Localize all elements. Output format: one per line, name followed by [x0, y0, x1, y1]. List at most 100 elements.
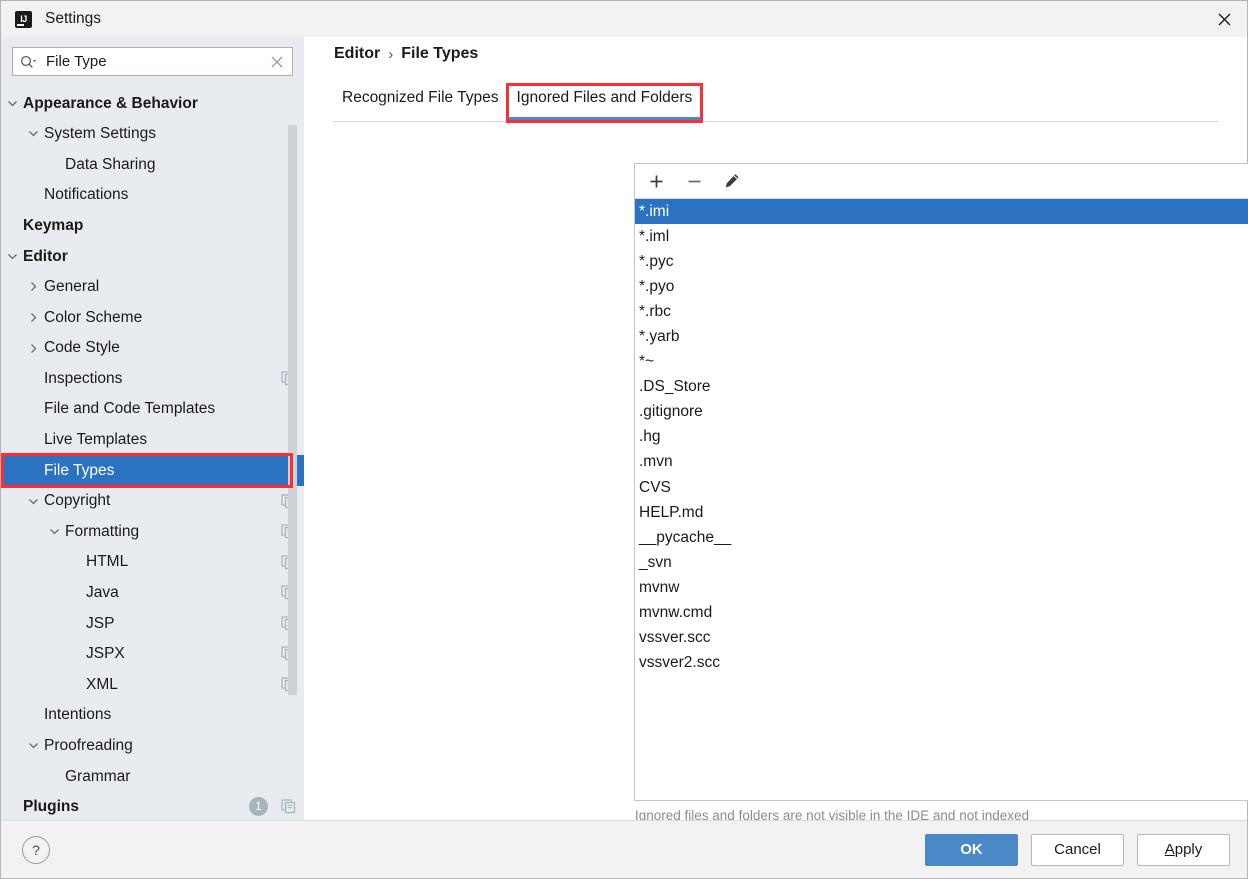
search-input[interactable]	[46, 50, 271, 73]
sidebar-item-system-settings[interactable]: System Settings	[1, 119, 304, 150]
project-settings-icon	[281, 799, 296, 814]
tab-bar[interactable]: Recognized File Types Ignored Files and F…	[333, 86, 1218, 122]
cancel-button[interactable]: Cancel	[1031, 833, 1124, 866]
breadcrumb-separator-icon: ›	[388, 45, 394, 63]
list-item-label: *.imi	[639, 202, 670, 220]
window-title: Settings	[45, 10, 102, 27]
sidebar-item-plugins[interactable]: Plugins 1	[1, 792, 304, 820]
list-item[interactable]: *.yarb	[635, 324, 1248, 349]
sidebar-item-data-sharing[interactable]: Data Sharing	[1, 149, 304, 180]
list-item[interactable]: vssver2.scc	[635, 651, 1248, 676]
sidebar-item-grammar[interactable]: Grammar	[1, 761, 304, 792]
list-item[interactable]: *.pyc	[635, 249, 1248, 274]
sidebar-item-label: Data Sharing	[65, 155, 156, 173]
sidebar-scrollbar-thumb[interactable]	[288, 125, 297, 695]
chevron-down-icon[interactable]	[26, 739, 40, 753]
title-bar: IJ Settings	[1, 1, 1247, 37]
sidebar-item-label: Color Scheme	[44, 308, 143, 326]
tab-label: Ignored Files and Folders	[516, 89, 693, 106]
sidebar-item-label: Copyright	[44, 492, 111, 510]
chevron-right-icon[interactable]	[26, 310, 40, 324]
tab-ignored-files-and-folders[interactable]: Ignored Files and Folders	[507, 86, 702, 120]
sidebar-item-java[interactable]: Java	[1, 578, 304, 609]
chevron-down-icon[interactable]	[5, 96, 19, 110]
help-button[interactable]: ?	[22, 835, 50, 864]
sidebar-item-label: File Types	[44, 461, 115, 479]
sidebar-item-intentions[interactable]: Intentions	[1, 700, 304, 731]
list-item-label: .gitignore	[639, 403, 703, 421]
ignored-files-panel: *.imi *.iml *.pyc *.pyo *.rbc *.yarb *~ .DS_Sto…	[634, 163, 1248, 801]
list-item[interactable]: HELP.md	[635, 500, 1248, 525]
list-toolbar	[635, 164, 1248, 199]
sidebar-item-keymap[interactable]: Keymap	[1, 210, 304, 241]
list-item[interactable]: __pycache__	[635, 525, 1248, 550]
sidebar-item-label: Plugins	[23, 798, 79, 816]
sidebar-item-appearance-behavior[interactable]: Appearance & Behavior	[1, 88, 304, 119]
sidebar-item-editor[interactable]: Editor	[1, 241, 304, 272]
list-item[interactable]: mvnw	[635, 575, 1248, 600]
apply-rest: pply	[1174, 841, 1203, 858]
close-icon[interactable]	[1201, 1, 1247, 37]
settings-window: IJ Settings File Type Appearance & Behav…	[0, 0, 1248, 879]
sidebar-item-jspx[interactable]: JSPX	[1, 639, 304, 670]
list-item-label: mvnw.cmd	[639, 604, 713, 622]
search-field[interactable]	[12, 47, 293, 76]
list-item[interactable]: .DS_Store	[635, 375, 1248, 400]
apply-button[interactable]: Apply	[1137, 833, 1230, 866]
sidebar-item-label: Inspections	[44, 369, 123, 387]
remove-button[interactable]	[683, 170, 705, 192]
breadcrumb-parent[interactable]: Editor	[334, 45, 380, 63]
list-item-label: *.rbc	[639, 302, 671, 320]
list-item[interactable]: .mvn	[635, 450, 1248, 475]
ok-button[interactable]: OK	[925, 833, 1018, 866]
chevron-down-icon[interactable]	[47, 525, 61, 539]
breadcrumb-current: File Types	[401, 45, 479, 62]
settings-tree[interactable]: Appearance & Behavior System Settings Data…	[1, 88, 304, 820]
tab-recognized-file-types[interactable]: Recognized File Types	[333, 86, 508, 120]
chevron-right-icon[interactable]	[26, 341, 40, 355]
list-item[interactable]: .hg	[635, 425, 1248, 450]
list-item[interactable]: *~	[635, 350, 1248, 375]
intellij-idea-icon: IJ	[15, 10, 32, 28]
list-item-label: vssver2.scc	[639, 654, 720, 672]
sidebar-item-label: Formatting	[65, 522, 140, 540]
sidebar-item-xml[interactable]: XML	[1, 669, 304, 700]
sidebar-item-file-and-code-templates[interactable]: File and Code Templates	[1, 394, 304, 425]
chevron-down-icon[interactable]	[26, 494, 40, 508]
clear-icon[interactable]	[271, 56, 283, 68]
sidebar-item-jsp[interactable]: JSP	[1, 608, 304, 639]
list-item-label: *.iml	[639, 227, 670, 245]
sidebar-item-label: Java	[86, 584, 119, 602]
list-item[interactable]: *.iml	[635, 224, 1248, 249]
sidebar-item-notifications[interactable]: Notifications	[1, 180, 304, 211]
chevron-right-icon[interactable]	[26, 280, 40, 294]
list-item[interactable]: .gitignore	[635, 400, 1248, 425]
chevron-down-icon[interactable]	[5, 249, 19, 263]
sidebar-item-live-templates[interactable]: Live Templates	[1, 425, 304, 456]
sidebar-item-html[interactable]: HTML	[1, 547, 304, 578]
list-item[interactable]: *.imi	[635, 199, 1248, 225]
list-item[interactable]: *.rbc	[635, 299, 1248, 324]
sidebar-item-label: Proofreading	[44, 737, 133, 755]
sidebar-item-code-style[interactable]: Code Style	[1, 333, 304, 364]
sidebar-item-general[interactable]: General	[1, 272, 304, 303]
chevron-down-icon[interactable]	[26, 127, 40, 141]
sidebar-item-color-scheme[interactable]: Color Scheme	[1, 302, 304, 333]
list-item[interactable]: vssver.scc	[635, 626, 1248, 651]
list-item[interactable]: CVS	[635, 475, 1248, 500]
sidebar-item-inspections[interactable]: Inspections	[1, 363, 304, 394]
list-item-label: *.yarb	[639, 328, 680, 346]
list-item[interactable]: _svn	[635, 550, 1248, 575]
add-button[interactable]	[645, 170, 667, 192]
sidebar-item-file-types[interactable]: File Types	[1, 455, 304, 486]
list-item[interactable]: *.pyo	[635, 274, 1248, 299]
ignored-files-list[interactable]: *.imi *.iml *.pyc *.pyo *.rbc *.yarb *~ .DS_Sto…	[635, 199, 1248, 800]
sidebar-item-proofreading[interactable]: Proofreading	[1, 730, 304, 761]
list-item[interactable]: mvnw.cmd	[635, 601, 1248, 626]
sidebar-item-formatting[interactable]: Formatting	[1, 516, 304, 547]
list-item-label: mvnw	[639, 578, 680, 596]
sidebar-item-copyright[interactable]: Copyright	[1, 486, 304, 517]
edit-button[interactable]	[721, 170, 743, 192]
sidebar-item-label: Notifications	[44, 186, 129, 204]
sidebar-item-label: Intentions	[44, 706, 112, 724]
